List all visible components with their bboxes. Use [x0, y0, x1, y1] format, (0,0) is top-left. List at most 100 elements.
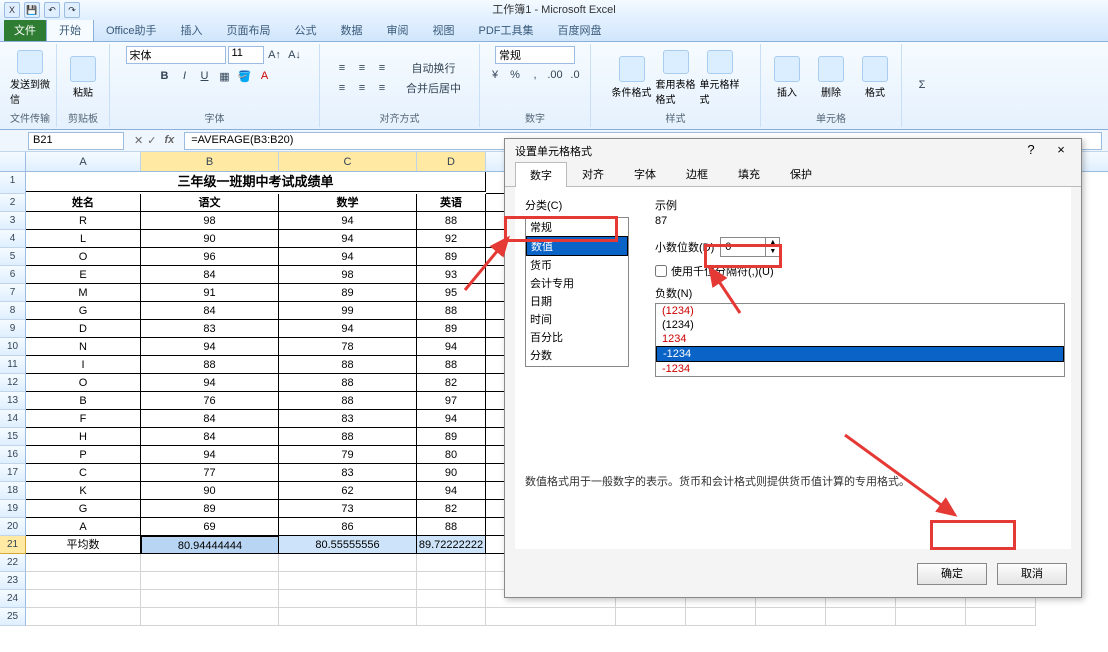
cell[interactable]: 99 [279, 302, 417, 320]
cell[interactable]: M [26, 284, 141, 302]
tab-office[interactable]: Office助手 [94, 19, 169, 41]
cell[interactable]: R [26, 212, 141, 230]
cell[interactable]: 89 [141, 500, 279, 518]
merge-center-button[interactable]: 合并后居中 [401, 79, 466, 97]
cell[interactable]: C [26, 464, 141, 482]
tab-number[interactable]: 数字 [515, 162, 567, 187]
font-name-select[interactable]: 宋体 [126, 46, 226, 64]
category-item[interactable]: 日期 [526, 292, 628, 310]
row-header[interactable]: 23 [0, 572, 26, 590]
cell[interactable]: 88 [417, 212, 486, 230]
cell[interactable]: 84 [141, 302, 279, 320]
tab-view[interactable]: 视图 [421, 19, 467, 41]
fx-cancel-icon[interactable]: ✕ [134, 134, 143, 147]
row-header[interactable]: 25 [0, 608, 26, 626]
delete-button[interactable]: 删除 [811, 50, 851, 106]
cell[interactable]: 89 [417, 248, 486, 266]
cell[interactable] [417, 554, 486, 572]
cell[interactable]: G [26, 302, 141, 320]
redo-icon[interactable]: ↷ [64, 2, 80, 18]
cell[interactable]: 83 [141, 320, 279, 338]
cell[interactable]: 78 [279, 338, 417, 356]
align-middle-icon[interactable]: ≡ [353, 59, 371, 77]
comma-icon[interactable]: , [526, 66, 544, 84]
cell[interactable]: 94 [141, 446, 279, 464]
cell[interactable] [756, 608, 826, 626]
cell[interactable]: 76 [141, 392, 279, 410]
cell[interactable]: N [26, 338, 141, 356]
paste-button[interactable]: 粘贴 [63, 50, 103, 106]
cell[interactable] [26, 608, 141, 626]
cell[interactable]: 88 [279, 356, 417, 374]
cell[interactable] [26, 572, 141, 590]
cancel-button[interactable]: 取消 [997, 563, 1067, 585]
row-header[interactable]: 2 [0, 194, 26, 212]
tab-layout[interactable]: 页面布局 [215, 19, 283, 41]
category-item[interactable]: 科学记数 [526, 364, 628, 367]
cell[interactable]: 80.55555556 [279, 536, 417, 554]
cell[interactable]: 94 [417, 482, 486, 500]
row-header[interactable]: 14 [0, 410, 26, 428]
cell[interactable]: 88 [417, 518, 486, 536]
row-header[interactable]: 17 [0, 464, 26, 482]
cell[interactable]: 96 [141, 248, 279, 266]
cell-style-button[interactable]: 单元格样式 [700, 50, 740, 106]
cell[interactable]: 94 [417, 338, 486, 356]
increase-font-icon[interactable]: A↑ [266, 46, 284, 64]
excel-icon[interactable]: X [4, 2, 20, 18]
cell[interactable]: 94 [279, 230, 417, 248]
cell[interactable] [279, 554, 417, 572]
tab-review[interactable]: 审阅 [375, 19, 421, 41]
cell[interactable]: 88 [417, 302, 486, 320]
cell[interactable]: O [26, 374, 141, 392]
cell[interactable] [141, 608, 279, 626]
row-header[interactable]: 10 [0, 338, 26, 356]
cell[interactable]: L [26, 230, 141, 248]
cell[interactable] [826, 608, 896, 626]
cell[interactable] [417, 572, 486, 590]
cell[interactable]: 93 [417, 266, 486, 284]
negative-item[interactable]: 1234 [656, 332, 1064, 346]
cell[interactable]: 94 [141, 374, 279, 392]
conditional-format-button[interactable]: 条件格式 [612, 50, 652, 106]
cell[interactable] [141, 572, 279, 590]
cell[interactable] [417, 590, 486, 608]
cell[interactable]: 90 [141, 482, 279, 500]
tab-formula[interactable]: 公式 [283, 19, 329, 41]
cell[interactable] [141, 554, 279, 572]
cell[interactable]: 88 [417, 356, 486, 374]
thousand-checkbox-input[interactable] [655, 265, 667, 277]
cell[interactable] [686, 608, 756, 626]
cell[interactable] [141, 590, 279, 608]
cell[interactable]: 84 [141, 428, 279, 446]
cell[interactable]: F [26, 410, 141, 428]
cell[interactable]: 89 [417, 320, 486, 338]
cell[interactable]: 80 [417, 446, 486, 464]
save-icon[interactable]: 💾 [24, 2, 40, 18]
tab-insert[interactable]: 插入 [169, 19, 215, 41]
row-header[interactable]: 1 [0, 172, 26, 194]
cell[interactable]: H [26, 428, 141, 446]
cell[interactable]: 英语 [417, 194, 486, 212]
cell[interactable]: 98 [141, 212, 279, 230]
cell[interactable]: 平均数 [26, 536, 141, 554]
decrease-font-icon[interactable]: A↓ [286, 46, 304, 64]
cell[interactable]: E [26, 266, 141, 284]
tab-pdf[interactable]: PDF工具集 [467, 19, 546, 41]
row-header[interactable]: 20 [0, 518, 26, 536]
wrap-text-button[interactable]: 自动换行 [401, 59, 466, 77]
cell[interactable]: 83 [279, 464, 417, 482]
table-format-button[interactable]: 套用表格格式 [656, 50, 696, 106]
row-header[interactable]: 5 [0, 248, 26, 266]
cell[interactable] [616, 608, 686, 626]
italic-button[interactable]: I [176, 67, 194, 85]
category-item[interactable]: 货币 [526, 256, 628, 274]
cell[interactable]: 94 [279, 212, 417, 230]
cell[interactable] [279, 590, 417, 608]
category-item[interactable]: 百分比 [526, 328, 628, 346]
tab-data[interactable]: 数据 [329, 19, 375, 41]
row-header[interactable]: 19 [0, 500, 26, 518]
cell[interactable]: 语文 [141, 194, 279, 212]
increase-decimal-icon[interactable]: .00 [546, 66, 564, 84]
cell[interactable] [896, 608, 966, 626]
